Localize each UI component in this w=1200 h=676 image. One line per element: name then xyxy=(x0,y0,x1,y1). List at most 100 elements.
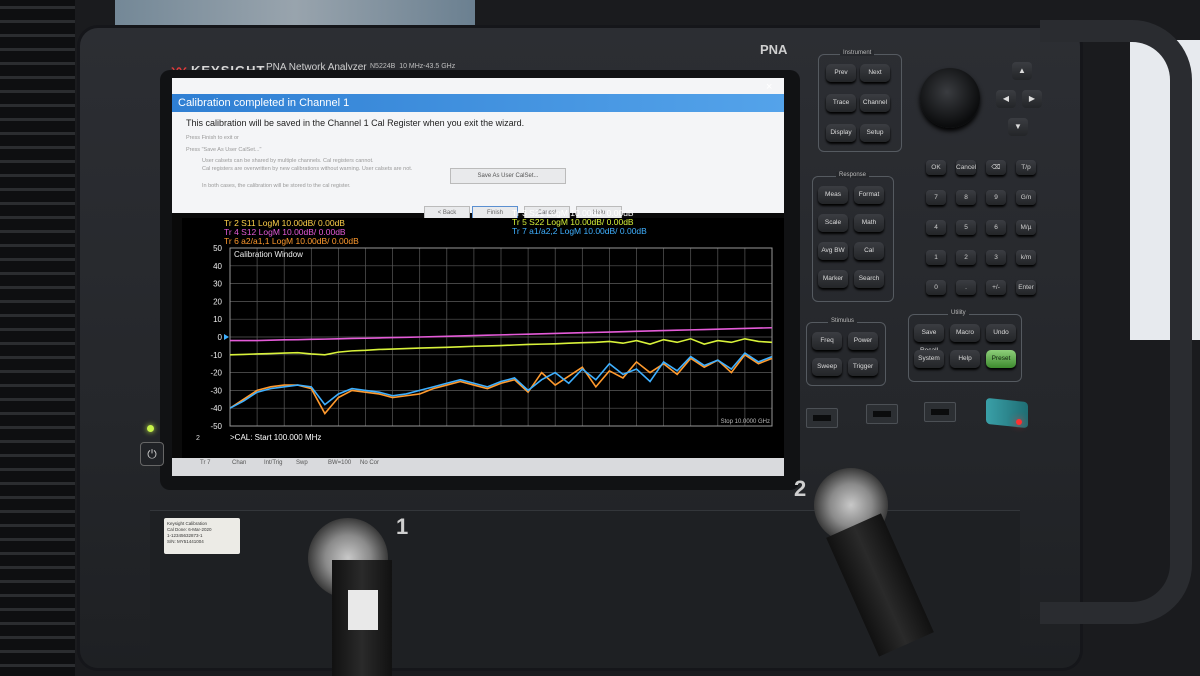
key-search[interactable]: Search xyxy=(854,270,884,288)
usb-port[interactable] xyxy=(866,404,898,424)
y-tick-label: 0 xyxy=(218,333,223,342)
entry-key-17[interactable]: . xyxy=(956,280,976,295)
y-tick-label: 20 xyxy=(213,297,222,306)
key-setup[interactable]: Setup xyxy=(860,124,890,142)
arrow-up-icon[interactable]: ▲ xyxy=(1012,62,1032,80)
entry-key-0[interactable]: OK xyxy=(926,160,946,175)
key-undo[interactable]: Undo xyxy=(986,324,1016,342)
stop-frequency-label: Stop 10.0000 GHz xyxy=(721,419,770,425)
port-1-label: 1 xyxy=(396,514,409,539)
y-tick-label: 30 xyxy=(213,280,222,289)
key-help[interactable]: Help xyxy=(950,350,980,368)
entry-key-2[interactable]: ⌫ xyxy=(986,160,1006,175)
entry-key-4[interactable]: 7 xyxy=(926,190,946,205)
key-math[interactable]: Math xyxy=(854,214,884,232)
dialog-title: Calibration completed in Channel 1 xyxy=(172,94,784,112)
entry-key-19[interactable]: Enter xyxy=(1016,280,1036,295)
key-cal[interactable]: Cal xyxy=(854,242,884,260)
entry-key-10[interactable]: 6 xyxy=(986,220,1006,235)
key-scale[interactable]: Scale xyxy=(818,214,848,232)
measurement-plot[interactable]: 50 40 30 20 10 0 -10 -20 -30 -40 -50 Calibration Wi… xyxy=(182,208,784,458)
y-tick-label: 50 xyxy=(213,244,222,253)
entry-key-7[interactable]: G/n xyxy=(1016,190,1036,205)
y-tick-label: 40 xyxy=(213,262,222,271)
key-prev[interactable]: Prev xyxy=(826,64,856,82)
status-tab[interactable]: No Cor xyxy=(360,460,379,466)
key-format[interactable]: Format xyxy=(854,186,884,204)
entry-key-15[interactable]: k/m xyxy=(1016,250,1036,265)
status-tab[interactable]: Int/Trig xyxy=(264,460,282,466)
power-led xyxy=(147,425,154,432)
calibration-dialog: Calibration completed in Channel 1 × Thi… xyxy=(172,78,784,213)
key-marker[interactable]: Marker xyxy=(818,270,848,288)
usb-port[interactable] xyxy=(924,402,956,422)
key-macro[interactable]: Macro xyxy=(950,324,980,342)
arrow-right-icon[interactable]: ▶ xyxy=(1022,90,1042,108)
status-tab[interactable]: Swp xyxy=(296,460,308,466)
status-tab[interactable]: Tr 7 xyxy=(200,460,210,466)
touchscreen[interactable]: Calibration completed in Channel 1 × Thi… xyxy=(172,78,784,476)
model-number-text: N5224B xyxy=(370,63,396,70)
key-trace[interactable]: Trace xyxy=(826,94,856,112)
info-line-1: User calsets can be shared by multiple c… xyxy=(202,158,374,164)
entry-key-9[interactable]: 5 xyxy=(956,220,976,235)
key-sweep[interactable]: Sweep xyxy=(812,358,842,376)
key-avgbw[interactable]: Avg BW xyxy=(818,242,848,260)
close-icon[interactable]: × xyxy=(766,78,772,96)
marker-reference-label: 2 xyxy=(196,435,200,442)
trace-label-tr6[interactable]: Tr 6 a2/a1,1 LogM 10.00dB/ 0.00dB xyxy=(224,236,359,246)
key-channel[interactable]: Channel xyxy=(860,94,890,112)
key-system[interactable]: System xyxy=(914,350,944,368)
power-icon[interactable]: ⏻ xyxy=(140,442,164,466)
utility-header: Utility xyxy=(948,310,969,316)
key-freq[interactable]: Freq xyxy=(812,332,842,350)
calibration-window-title: Calibration Window xyxy=(234,250,303,259)
key-preset[interactable]: Preset xyxy=(986,350,1016,368)
save-as-user-calset-button[interactable]: Save As User CalSet... xyxy=(450,168,566,184)
trace-label-tr7[interactable]: Tr 7 a1/a2,2 LogM 10.00dB/ 0.00dB xyxy=(512,226,647,236)
hint-finish: Press Finish to exit or xyxy=(186,135,239,141)
y-tick-label: -50 xyxy=(210,422,222,431)
y-tick-label: -30 xyxy=(210,386,222,395)
entry-key-3[interactable]: T/p xyxy=(1016,160,1036,175)
key-saverecall[interactable]: Save Recall xyxy=(914,324,944,354)
status-tab[interactable]: Chan xyxy=(232,460,246,466)
status-tab[interactable]: BW=100 xyxy=(328,460,351,466)
entry-key-1[interactable]: Cancel xyxy=(956,160,976,175)
y-tick-label: 10 xyxy=(213,315,222,324)
stimulus-header: Stimulus xyxy=(828,318,858,324)
frequency-range: 10 MHz-43.5 GHz xyxy=(399,63,456,70)
entry-key-5[interactable]: 8 xyxy=(956,190,976,205)
hint-save: Press "Save As User CalSet..." xyxy=(186,147,262,153)
arrow-down-icon[interactable]: ▼ xyxy=(1008,118,1028,136)
y-tick-label: -40 xyxy=(210,404,222,413)
entry-key-12[interactable]: 1 xyxy=(926,250,946,265)
entry-key-14[interactable]: 3 xyxy=(986,250,1006,265)
calibration-sticker: Keysight Calibration Cal Done: 6-Mar-202… xyxy=(164,518,240,554)
start-frequency-label: >CAL: Start 100.000 MHz xyxy=(230,433,321,442)
key-display[interactable]: Display xyxy=(826,124,856,142)
key-power[interactable]: Power xyxy=(848,332,878,350)
y-tick-label: -10 xyxy=(210,351,222,360)
y-tick-label: -20 xyxy=(210,369,222,378)
entry-key-6[interactable]: 9 xyxy=(986,190,1006,205)
response-header: Response xyxy=(836,172,870,178)
usb-port[interactable] xyxy=(806,408,838,428)
port-1-cable-label xyxy=(348,590,378,630)
plot-svg: 50 40 30 20 10 0 -10 -20 -30 -40 -50 Calibration Wi… xyxy=(182,218,784,458)
info-line-3: In both cases, the calibration will be s… xyxy=(202,183,351,189)
key-next[interactable]: Next xyxy=(860,64,890,82)
entry-key-16[interactable]: 0 xyxy=(926,280,946,295)
entry-key-8[interactable]: 4 xyxy=(926,220,946,235)
entry-key-13[interactable]: 2 xyxy=(956,250,976,265)
dialog-message: This calibration will be saved in the Ch… xyxy=(186,118,525,128)
entry-key-11[interactable]: M/µ xyxy=(1016,220,1036,235)
rotary-knob[interactable] xyxy=(920,68,980,128)
key-trigger[interactable]: Trigger xyxy=(848,358,878,376)
entry-key-18[interactable]: +/- xyxy=(986,280,1006,295)
instrument-header: Instrument xyxy=(840,50,875,56)
dongle-led xyxy=(1016,419,1022,425)
series-label: PNA xyxy=(760,42,788,57)
key-meas[interactable]: Meas xyxy=(818,186,848,204)
arrow-left-icon[interactable]: ◀ xyxy=(996,90,1016,108)
